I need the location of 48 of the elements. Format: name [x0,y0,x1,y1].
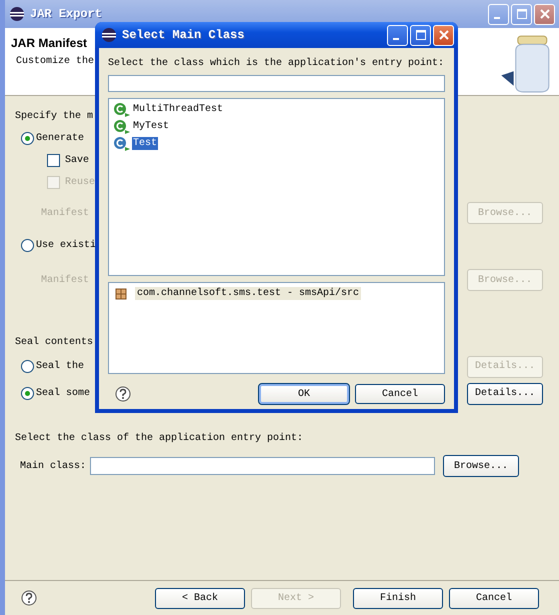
close-button[interactable] [433,24,454,46]
eclipse-icon [9,6,25,22]
radio-option[interactable]: Seal the [15,360,84,373]
dialog-button[interactable]: OK [259,384,349,404]
checkbox-option[interactable]: Save [41,154,90,166]
details-button[interactable]: Details... [467,382,543,404]
close-icon [438,30,448,40]
page-title: JAR Manifest [11,36,88,50]
maximize-button[interactable] [410,24,431,46]
dialog-prompt: Select the class which is the application's entry point: [108,58,445,69]
help-icon[interactable] [21,590,37,606]
eclipse-icon [101,27,117,43]
minimize-icon [392,38,398,40]
class-icon [113,136,131,152]
dialog-title: Select Main Class [122,28,244,42]
class-icon [113,118,131,134]
wizard-button[interactable]: Cancel [449,588,539,608]
section-label: Seal contents [15,336,94,348]
class-list-item[interactable]: MyTest [113,118,440,135]
wizard-button[interactable]: Finish [353,588,443,608]
section-label: Specify the m [15,110,94,122]
radio-option[interactable]: Use existi [15,238,96,252]
radio-option[interactable]: Generate [15,132,84,144]
class-list-item[interactable]: Test [113,135,440,152]
page-description: Customize the [15,56,94,67]
maximize-button[interactable] [511,4,532,24]
minimize-button[interactable] [387,24,408,46]
help-icon[interactable] [115,386,131,402]
close-icon [540,9,550,19]
filter-field[interactable] [108,75,445,92]
minimize-button[interactable] [488,4,509,24]
main-class-label: Main class: [20,460,86,472]
minimize-icon [494,17,500,19]
package-icon [115,288,127,300]
class-list-item[interactable]: MultiThreadTest [113,101,440,118]
browse-button[interactable]: Browse... [443,455,520,477]
wizard-button[interactable]: < Back [155,588,245,608]
entry-point-label: Select the class of the application entry point: [15,432,304,444]
main-class-field[interactable] [90,457,436,475]
close-button[interactable] [534,4,555,24]
dialog-button[interactable]: Cancel [355,384,445,404]
class-icon [113,102,131,118]
maximize-icon [516,9,526,19]
field-label: Manifest [41,274,90,286]
window-title: JAR Export [30,7,102,21]
radio-option[interactable]: Seal some [15,387,90,400]
maximize-icon [416,30,426,40]
field-label: Manifest [41,208,90,218]
